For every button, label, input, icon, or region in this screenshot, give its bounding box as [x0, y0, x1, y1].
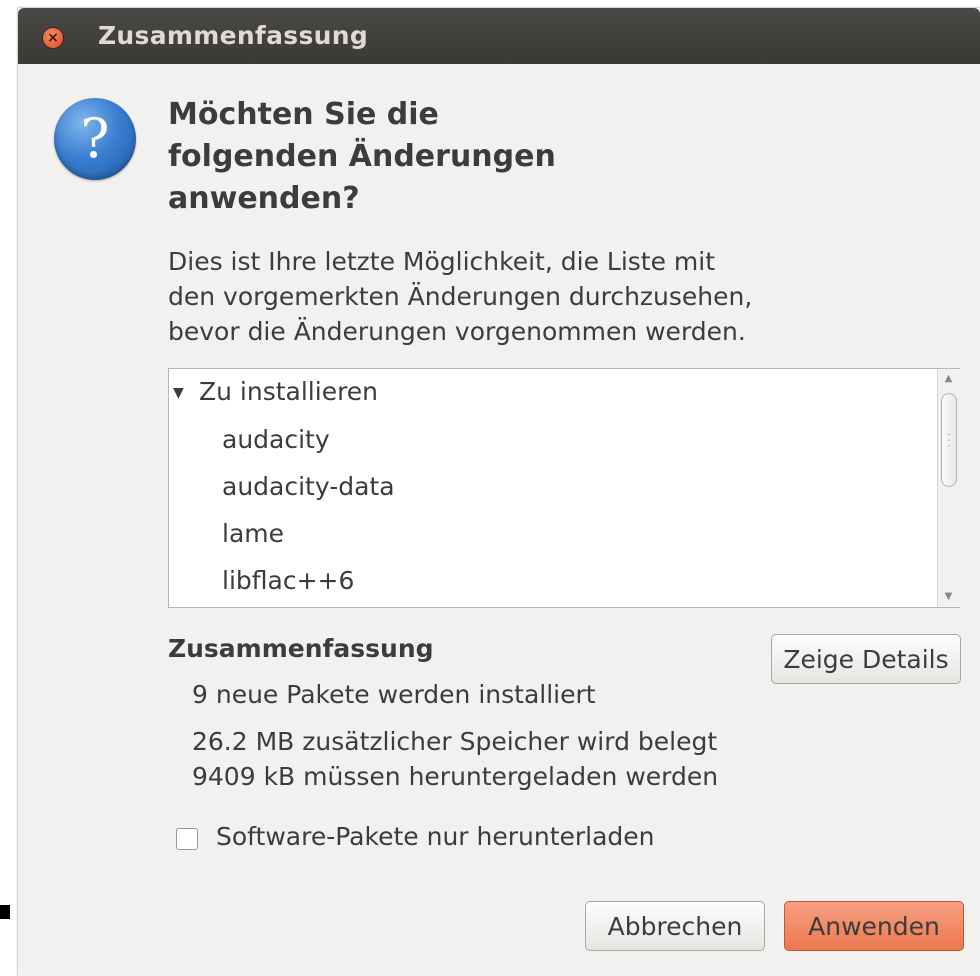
list-item[interactable]: audacity-data [222, 472, 395, 502]
heading-line: folgenden Änderungen [168, 139, 556, 174]
download-only-checkbox[interactable] [176, 828, 198, 850]
heading-line: anwenden? [168, 181, 360, 216]
changes-list[interactable]: ▼ Zu installieren audacity audacity-data … [168, 368, 960, 608]
window-title: Zusammenfassung [98, 21, 369, 50]
summary-dialog: × Zusammenfassung ? Möchten Sie die folg… [18, 8, 980, 976]
list-item[interactable]: libflac++6 [222, 566, 354, 596]
cancel-button[interactable]: Abbrechen [585, 901, 765, 951]
dialog-description: Dies ist Ihre letzte Möglichkeit, die Li… [168, 244, 928, 349]
list-scrollbar[interactable]: ▲ --- ▼ [937, 369, 960, 607]
expander-arrow-icon[interactable]: ▼ [173, 378, 199, 408]
download-only-label[interactable]: Software-Pakete nur herunterladen [216, 822, 655, 851]
scroll-up-arrow-icon[interactable]: ▲ [941, 372, 956, 386]
description-line: den vorgemerkten Änderungen durchzusehen… [168, 282, 753, 311]
summary-line: 9 neue Pakete werden installiert [192, 680, 596, 709]
scroll-down-arrow-icon[interactable]: ▼ [941, 590, 956, 604]
group-label: Zu installieren [199, 377, 379, 406]
background-strip [0, 0, 18, 976]
description-line: bevor die Änderungen vorgenommen werden. [168, 317, 746, 346]
title-bar[interactable]: × Zusammenfassung [18, 8, 980, 64]
description-line: Dies ist Ihre letzte Möglichkeit, die Li… [168, 247, 716, 276]
summary-line: 26.2 MB zusätzlicher Speicher wird beleg… [192, 727, 718, 756]
show-details-button[interactable]: Zeige Details [771, 634, 961, 684]
summary-line: 9409 kB müssen heruntergeladen werden [192, 762, 719, 791]
close-icon[interactable]: × [43, 28, 63, 48]
tree-group-to-install[interactable]: ▼ Zu installieren [173, 377, 378, 408]
apply-button[interactable]: Anwenden [784, 901, 964, 951]
edge-marker [0, 905, 10, 919]
summary-heading: Zusammenfassung [168, 634, 434, 663]
question-icon: ? [54, 98, 136, 180]
scroll-thumb[interactable]: --- [941, 393, 957, 487]
list-item[interactable]: audacity [222, 425, 330, 455]
grip-icon: --- [947, 429, 951, 452]
list-item[interactable]: lame [222, 519, 284, 549]
dialog-heading: Möchten Sie die folgenden Änderungen anw… [168, 94, 688, 220]
heading-line: Möchten Sie die [168, 97, 439, 132]
